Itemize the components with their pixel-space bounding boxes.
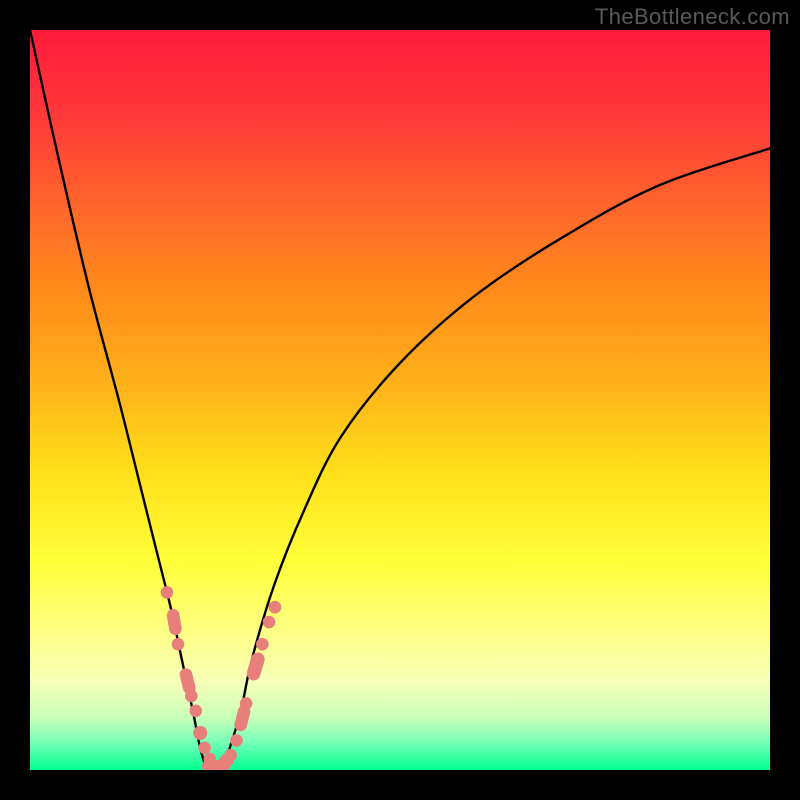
data-marker <box>185 690 198 703</box>
watermark-text: TheBottleneck.com <box>595 4 790 30</box>
data-marker <box>240 697 253 710</box>
data-marker <box>161 586 174 599</box>
data-marker <box>189 705 202 718</box>
data-marker <box>263 616 276 629</box>
data-marker <box>166 608 183 636</box>
bottleneck-curve <box>30 30 770 770</box>
data-markers-group <box>161 586 282 770</box>
data-marker <box>198 742 211 755</box>
data-marker <box>224 749 237 762</box>
data-marker <box>256 638 269 651</box>
plot-area <box>30 30 770 770</box>
data-marker <box>193 726 207 740</box>
bottleneck-curve-svg <box>30 30 770 770</box>
data-marker <box>245 651 266 682</box>
data-marker <box>230 734 243 747</box>
data-marker <box>269 601 282 614</box>
chart-frame: TheBottleneck.com <box>0 0 800 800</box>
data-marker <box>172 638 185 651</box>
